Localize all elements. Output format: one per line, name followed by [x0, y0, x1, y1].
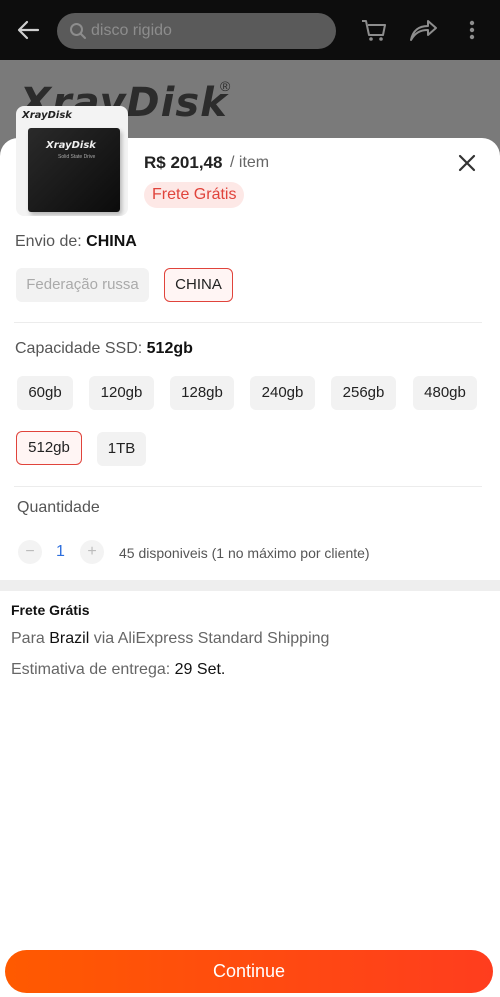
quantity-label: Quantidade	[17, 499, 100, 516]
capacity-label: Capacidade SSD: 512gb	[15, 340, 193, 357]
quantity-decrease-button[interactable]: −	[18, 540, 42, 564]
destination-country: Brazil	[49, 630, 90, 647]
capacity-option-512gb[interactable]: 512gb	[16, 431, 82, 465]
capacity-option-256gb[interactable]: 256gb	[331, 376, 396, 410]
product-price: R$ 201,48	[144, 153, 223, 172]
free-shipping-badge: Frete Grátis	[144, 182, 245, 208]
delivery-date: 29 Set.	[174, 661, 226, 678]
capacity-option-240gb[interactable]: 240gb	[250, 376, 315, 410]
capacity-option-128gb[interactable]: 128gb	[170, 376, 234, 410]
shipping-destination: Para Brazil via AliExpress Standard Ship…	[11, 630, 330, 647]
search-placeholder: disco rigido	[91, 22, 172, 39]
ssd-sublabel: Solid State Drive	[58, 154, 96, 160]
quantity-value[interactable]: 1	[56, 543, 65, 561]
back-arrow-icon[interactable]	[14, 16, 42, 44]
divider	[14, 486, 482, 487]
top-bar: disco rigido	[0, 0, 500, 60]
more-options-icon[interactable]	[462, 16, 482, 44]
share-icon[interactable]	[408, 16, 438, 44]
section-separator	[0, 580, 500, 591]
close-icon[interactable]	[456, 152, 478, 174]
delivery-estimate: Estimativa de entrega: 29 Set.	[11, 661, 226, 678]
ship-from-label: Envio de: CHINA	[15, 233, 137, 250]
product-thumbnail: XrayDisk XrayDisk Solid State Drive	[16, 106, 128, 216]
search-icon	[70, 23, 86, 39]
divider	[14, 322, 482, 323]
ship-from-value: CHINA	[86, 233, 137, 250]
continue-button[interactable]: Continue	[5, 950, 493, 993]
capacity-option-60gb[interactable]: 60gb	[17, 376, 73, 410]
capacity-option-1tb[interactable]: 1TB	[97, 432, 146, 466]
background-reg-mark: ®	[220, 78, 231, 94]
cart-icon[interactable]	[360, 16, 388, 44]
ssd-label: XrayDisk	[46, 140, 96, 151]
capacity-option-480gb[interactable]: 480gb	[413, 376, 477, 410]
shipping-title: Frete Grátis	[11, 602, 90, 618]
thumbnail-brand: XrayDisk	[22, 110, 72, 121]
quantity-increase-button[interactable]: +	[80, 540, 104, 564]
search-input[interactable]: disco rigido	[57, 13, 336, 49]
capacity-value: 512gb	[146, 340, 193, 357]
sku-selector-sheet	[0, 138, 500, 997]
ship-from-option-china[interactable]: CHINA	[164, 268, 233, 302]
capacity-option-120gb[interactable]: 120gb	[89, 376, 154, 410]
price-unit: / item	[230, 154, 270, 171]
stock-info: 45 disponiveis (1 no máximo por cliente)	[119, 545, 370, 561]
ship-from-option-russia[interactable]: Federação russa	[16, 268, 149, 302]
